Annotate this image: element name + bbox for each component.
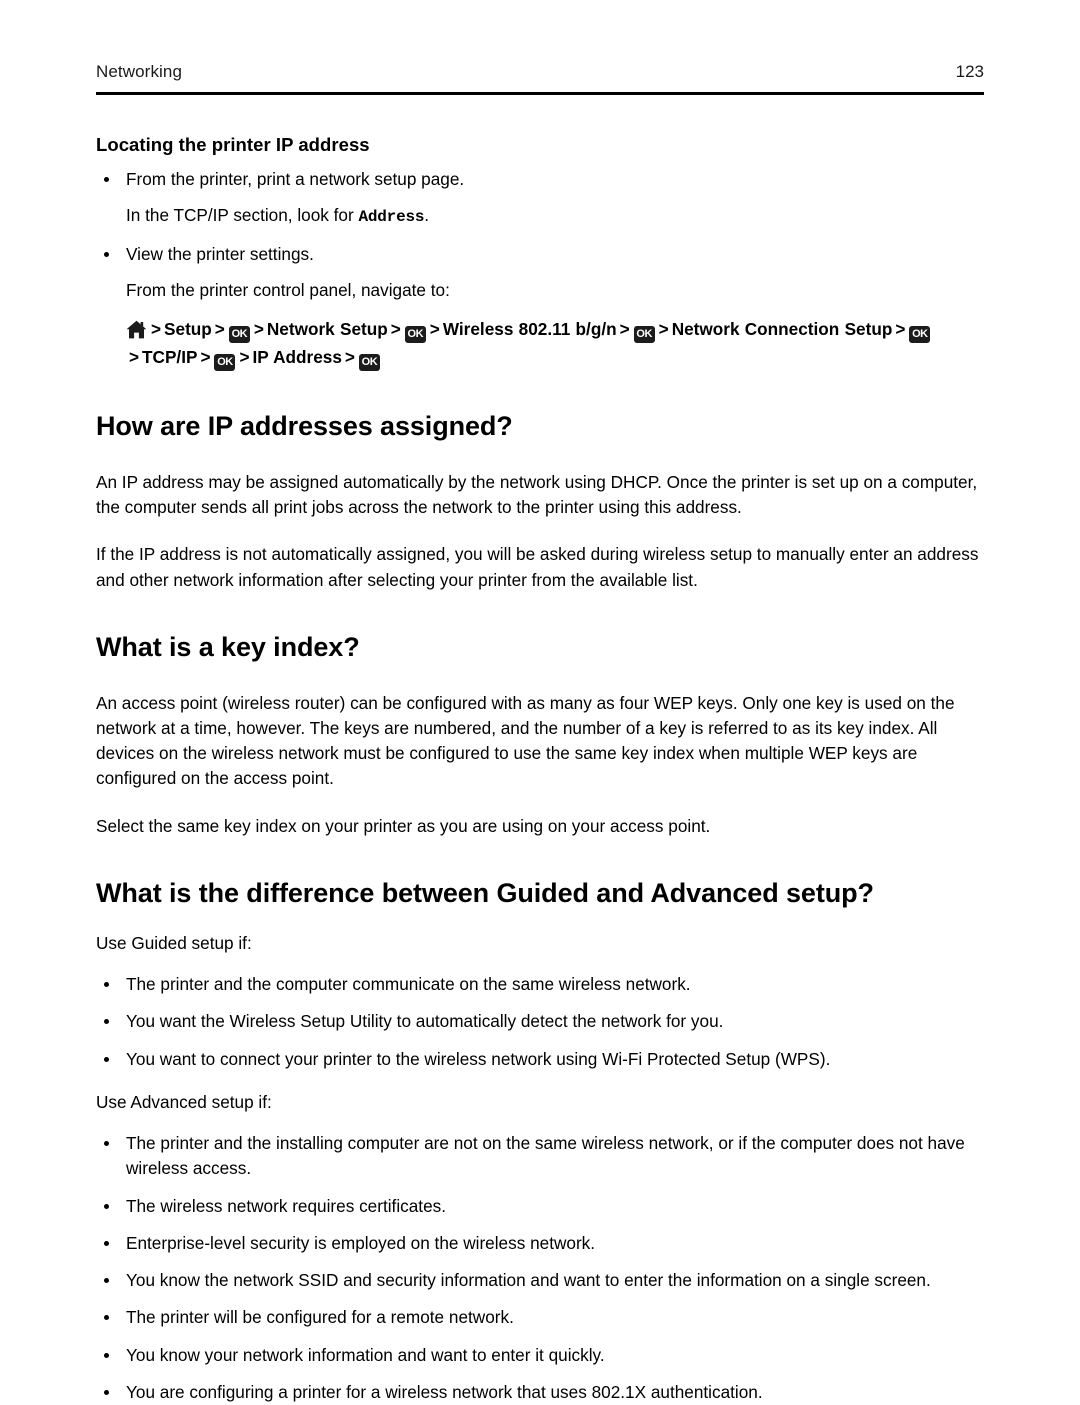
advanced-setup-list: The printer and the installing computer … <box>96 1131 992 1405</box>
home-icon <box>126 320 147 339</box>
page-header: Networking 123 <box>96 62 984 82</box>
path-separator: > <box>390 319 401 340</box>
list-item-label: You know the network SSID and security i… <box>126 1270 931 1291</box>
path-separator: > <box>429 319 440 340</box>
heading-ip-assigned: How are IP addresses assigned? <box>96 411 513 442</box>
path-step-network-connection-setup: Network Connection Setup <box>671 319 893 340</box>
address-keyword: Address <box>358 208 425 227</box>
path-step-setup: Setup <box>164 319 212 340</box>
advanced-intro: Use Advanced setup if: <box>96 1091 272 1112</box>
ok-button-icon: OK <box>228 326 250 344</box>
guided-intro: Use Guided setup if: <box>96 932 252 953</box>
bullet-dot-icon <box>104 1240 109 1246</box>
guided-setup-list: The printer and the computer communicate… <box>96 972 992 1072</box>
note-text-before: In the TCP/IP section, look for <box>126 205 359 226</box>
list-item-label: View the printer settings. <box>126 243 314 264</box>
path-step-wireless: Wireless 802.11 b/g/n <box>442 319 617 340</box>
path-step-tcpip: TCP/IP <box>142 347 198 368</box>
ip-assigned-paragraph-1: An IP address may be assigned automatica… <box>96 471 978 518</box>
list-item: From the printer, print a network setup … <box>96 167 992 192</box>
locating-ip-list: From the printer, print a network setup … <box>96 167 992 192</box>
list-item: View the printer settings. <box>96 242 992 267</box>
path-step-ip-address: IP Address <box>252 347 342 368</box>
list-item-label: The printer and the computer communicate… <box>126 973 691 994</box>
heading-locating-ip: Locating the printer IP address <box>96 134 370 155</box>
list-item: You want to connect your printer to the … <box>96 1047 992 1072</box>
path-step-network-setup: Network Setup <box>266 319 388 340</box>
list-item-label: You know your network information and wa… <box>126 1344 605 1365</box>
locating-ip-list-2: View the printer settings. <box>96 242 992 267</box>
bullet-dot-icon <box>104 1019 109 1025</box>
ip-assigned-paragraph-2: If the IP address is not automatically a… <box>96 544 979 590</box>
bullet-dot-icon <box>104 1278 109 1284</box>
path-separator: > <box>129 347 140 368</box>
ok-button-icon: OK <box>358 354 380 372</box>
list-item-label: From the printer, print a network setup … <box>126 169 465 189</box>
list-item-label: You want to connect your printer to the … <box>126 1048 831 1069</box>
heading-guided-vs-advanced: What is the difference between Guided an… <box>96 877 874 908</box>
key-index-paragraph-2: Select the same key index on your printe… <box>96 815 711 836</box>
bullet-dot-icon <box>104 981 109 987</box>
list-item: The printer will be configured for a rem… <box>96 1305 992 1330</box>
list-item: You know your network information and wa… <box>96 1343 992 1368</box>
list-item-label: Enterprise-level security is employed on… <box>126 1232 596 1253</box>
path-separator: > <box>619 319 630 340</box>
list-item: The wireless network requires certificat… <box>96 1194 992 1219</box>
locating-ip-note-1: In the TCP/IP section, look for Address. <box>96 203 992 230</box>
list-item-label: You want the Wireless Setup Utility to a… <box>126 1011 724 1032</box>
path-separator: > <box>214 319 225 340</box>
path-separator: > <box>658 319 669 340</box>
note-text-after: . <box>424 205 430 226</box>
header-rule <box>96 92 984 95</box>
bullet-dot-icon <box>104 177 109 182</box>
ok-button-icon: OK <box>404 326 426 344</box>
document-page: Networking 123 Locating the printer IP a… <box>0 0 1080 1402</box>
list-item-label: The printer will be configured for a rem… <box>126 1307 514 1328</box>
header-title: Networking <box>96 62 183 81</box>
heading-key-index: What is a key index? <box>96 631 360 662</box>
ok-button-icon: OK <box>909 326 931 344</box>
bullet-dot-icon <box>104 1390 109 1396</box>
key-index-paragraph-1: An access point (wireless router) can be… <box>96 692 955 789</box>
list-item-label: You are configuring a printer for a wire… <box>126 1382 763 1403</box>
list-item: You are configuring a printer for a wire… <box>96 1380 992 1405</box>
bullet-dot-icon <box>104 1141 109 1147</box>
path-separator: > <box>253 319 264 340</box>
path-separator: > <box>151 319 162 340</box>
list-item: The printer and the computer communicate… <box>96 972 992 997</box>
list-item: You know the network SSID and security i… <box>96 1268 992 1293</box>
ok-button-icon: OK <box>633 326 655 344</box>
list-item-label: The printer and the installing computer … <box>126 1133 965 1179</box>
path-separator: > <box>895 319 906 340</box>
bullet-dot-icon <box>104 1203 109 1209</box>
ok-button-icon: OK <box>214 354 236 372</box>
bullet-dot-icon <box>104 1352 109 1358</box>
control-panel-navigation-path: > Setup > OK > Network Setup > OK > Wireless 802.… <box>96 316 992 372</box>
page-content: Locating the printer IP address From the… <box>96 134 992 1405</box>
bullet-dot-icon <box>104 1315 109 1321</box>
list-item: The printer and the installing computer … <box>96 1131 992 1182</box>
path-separator: > <box>239 347 250 368</box>
bullet-dot-icon <box>104 251 109 257</box>
path-separator: > <box>200 347 211 368</box>
list-item: You want the Wireless Setup Utility to a… <box>96 1009 992 1034</box>
list-item-label: The wireless network requires certificat… <box>126 1195 446 1216</box>
bullet-dot-icon <box>104 1056 109 1062</box>
path-separator: > <box>344 347 355 368</box>
list-item: Enterprise-level security is employed on… <box>96 1231 992 1256</box>
page-number: 123 <box>955 62 984 81</box>
locating-ip-note-2: From the printer control panel, navigate… <box>126 280 450 301</box>
